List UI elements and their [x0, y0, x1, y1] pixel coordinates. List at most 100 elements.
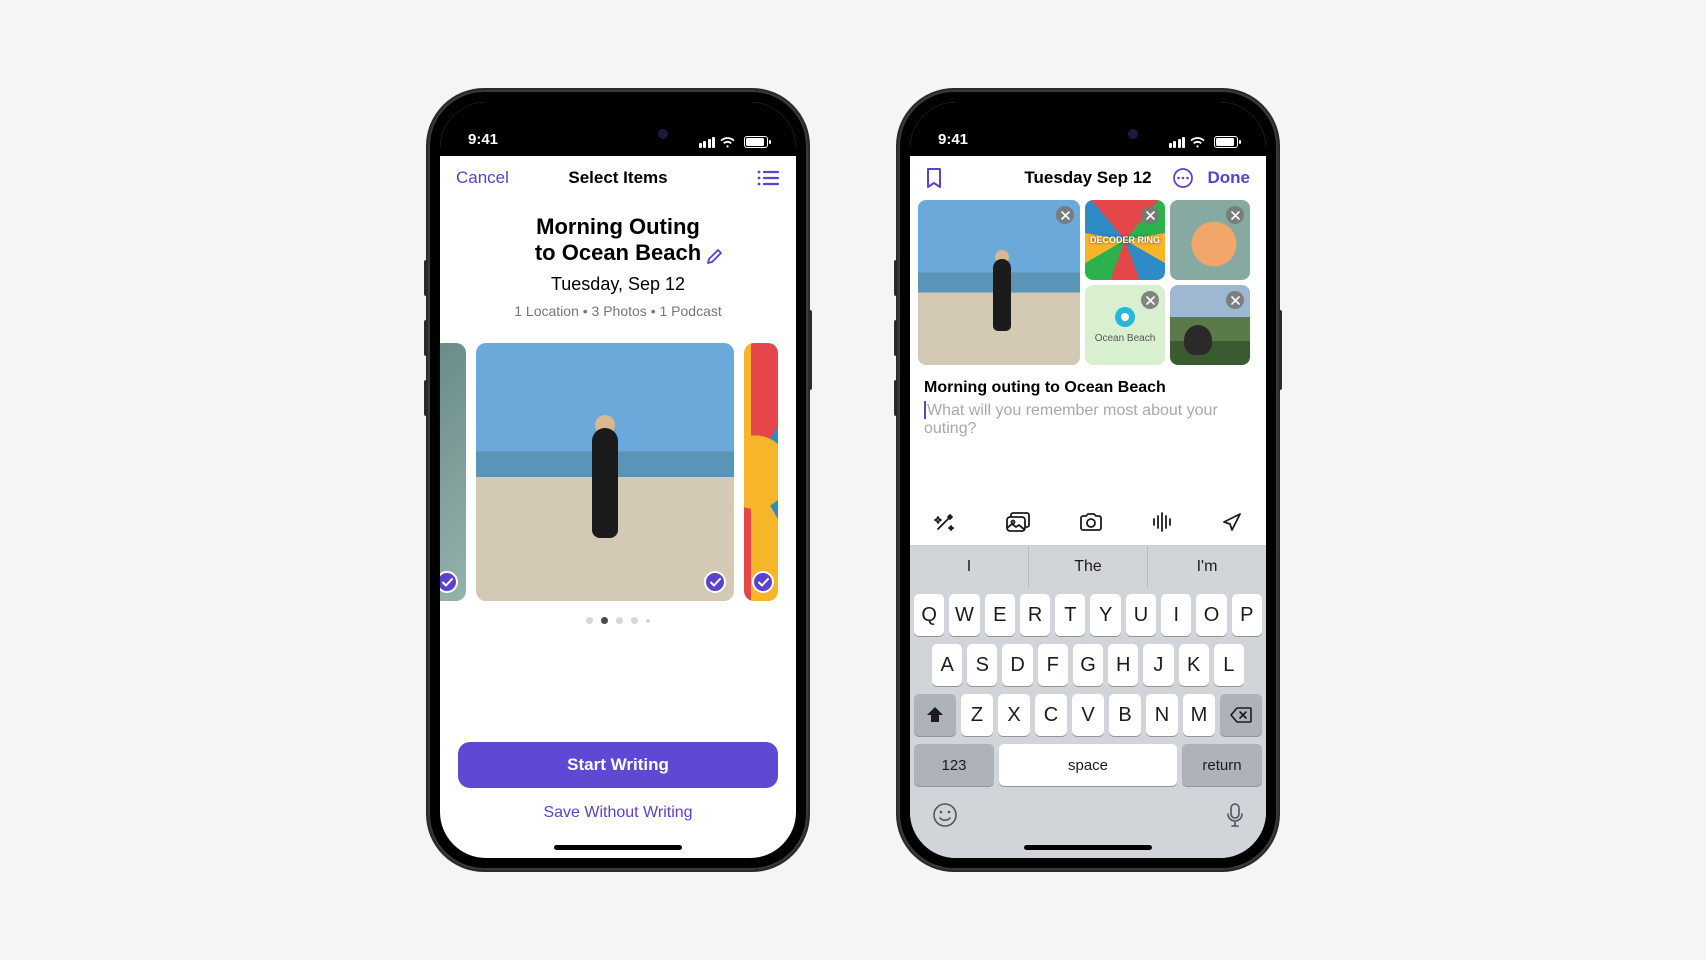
- attachment-photo-dog[interactable]: [1170, 285, 1250, 365]
- wifi-icon: [719, 136, 736, 148]
- shift-key[interactable]: [914, 694, 956, 736]
- suggestion[interactable]: I'm: [1148, 546, 1266, 588]
- status-indicators: [699, 136, 769, 148]
- cancel-button[interactable]: Cancel: [456, 168, 509, 188]
- keyboard-footer: [910, 786, 1266, 828]
- cellular-icon: [699, 137, 716, 148]
- compose-body: DECODER RING Ocean Beach: [910, 200, 1266, 858]
- suggestion[interactable]: I: [910, 546, 1029, 588]
- key[interactable]: K: [1179, 644, 1209, 686]
- bookmark-icon[interactable]: [926, 167, 942, 189]
- key[interactable]: Q: [914, 594, 944, 636]
- key[interactable]: R: [1020, 594, 1050, 636]
- moment-header: Morning Outing to Ocean Beach Tuesday, S…: [440, 200, 796, 331]
- moment-title[interactable]: Morning Outing to Ocean Beach: [535, 214, 701, 266]
- screen: 9:41 Cancel Select Items: [440, 102, 796, 858]
- key[interactable]: W: [949, 594, 979, 636]
- key[interactable]: T: [1055, 594, 1085, 636]
- nav-bar: Cancel Select Items: [440, 156, 796, 200]
- key[interactable]: S: [967, 644, 997, 686]
- space-key[interactable]: space: [999, 744, 1177, 786]
- map-pin-icon: [1115, 307, 1135, 327]
- selected-check-icon[interactable]: [440, 571, 458, 593]
- entry-title: Morning outing to Ocean Beach: [924, 379, 1252, 397]
- status-indicators: [1169, 136, 1239, 148]
- key[interactable]: F: [1038, 644, 1068, 686]
- keyboard-row-bottom: 123 space return: [910, 744, 1266, 786]
- key[interactable]: U: [1126, 594, 1156, 636]
- media-card-prev[interactable]: [440, 343, 466, 601]
- key[interactable]: P: [1232, 594, 1262, 636]
- key[interactable]: V: [1072, 694, 1104, 736]
- edit-title-icon[interactable]: [707, 248, 723, 264]
- moment-title-line2: to Ocean Beach: [535, 240, 701, 265]
- keyboard-row-1: Q W E R T Y U I O P: [910, 594, 1266, 636]
- key[interactable]: C: [1035, 694, 1067, 736]
- gallery-icon[interactable]: [1005, 511, 1031, 533]
- key[interactable]: X: [998, 694, 1030, 736]
- home-indicator[interactable]: [554, 845, 682, 850]
- key[interactable]: M: [1183, 694, 1215, 736]
- list-icon[interactable]: [756, 169, 780, 187]
- camera-icon[interactable]: [1079, 512, 1103, 532]
- attachment-photo-surfer[interactable]: [918, 200, 1080, 365]
- remove-attachment-icon[interactable]: [1226, 206, 1244, 224]
- key[interactable]: O: [1196, 594, 1226, 636]
- backspace-key[interactable]: [1220, 694, 1262, 736]
- media-card-current[interactable]: [476, 343, 734, 601]
- return-key[interactable]: return: [1182, 744, 1262, 786]
- key[interactable]: Y: [1090, 594, 1120, 636]
- attachment-podcast[interactable]: DECODER RING: [1085, 200, 1165, 280]
- numbers-key[interactable]: 123: [914, 744, 994, 786]
- start-writing-button[interactable]: Start Writing: [458, 742, 778, 788]
- page-indicator: [440, 617, 796, 624]
- home-indicator[interactable]: [1024, 845, 1152, 850]
- selected-check-icon[interactable]: [752, 571, 774, 593]
- key[interactable]: J: [1143, 644, 1173, 686]
- phone-compose-entry: 9:41 Tuesday Sep 12: [898, 90, 1278, 870]
- remove-attachment-icon[interactable]: [1226, 291, 1244, 309]
- status-time: 9:41: [468, 131, 498, 148]
- entry-text-area[interactable]: Morning outing to Ocean Beach What will …: [910, 365, 1266, 452]
- selected-check-icon[interactable]: [704, 571, 726, 593]
- moment-meta: 1 Location • 3 Photos • 1 Podcast: [464, 303, 772, 319]
- more-icon[interactable]: [1172, 167, 1194, 189]
- key[interactable]: I: [1161, 594, 1191, 636]
- compose-toolbar: [910, 498, 1266, 546]
- suggestion[interactable]: The: [1029, 546, 1148, 588]
- map-label: Ocean Beach: [1095, 333, 1156, 344]
- key[interactable]: G: [1073, 644, 1103, 686]
- remove-attachment-icon[interactable]: [1056, 206, 1074, 224]
- moment-date[interactable]: Tuesday, Sep 12: [464, 274, 772, 295]
- key[interactable]: H: [1108, 644, 1138, 686]
- keyboard[interactable]: I The I'm Q W E R T Y U I O P A: [910, 546, 1266, 858]
- key[interactable]: B: [1109, 694, 1141, 736]
- entry-prompt[interactable]: What will you remember most about your o…: [924, 401, 1252, 438]
- key[interactable]: E: [985, 594, 1015, 636]
- media-card-next[interactable]: [744, 343, 778, 601]
- nav-bar: Tuesday Sep 12 Done: [910, 156, 1266, 200]
- magic-icon[interactable]: [934, 511, 956, 533]
- remove-attachment-icon[interactable]: [1141, 291, 1159, 309]
- media-carousel[interactable]: [440, 343, 796, 601]
- battery-icon: [744, 136, 768, 148]
- attachment-photo-shell[interactable]: [1170, 200, 1250, 280]
- audio-icon[interactable]: [1151, 511, 1173, 533]
- phone-select-items: 9:41 Cancel Select Items: [428, 90, 808, 870]
- save-without-writing-button[interactable]: Save Without Writing: [458, 804, 778, 822]
- dynamic-island: [556, 116, 680, 152]
- key[interactable]: N: [1146, 694, 1178, 736]
- screen: 9:41 Tuesday Sep 12: [910, 102, 1266, 858]
- key[interactable]: L: [1214, 644, 1244, 686]
- status-time: 9:41: [938, 131, 968, 148]
- key[interactable]: D: [1002, 644, 1032, 686]
- emoji-key[interactable]: [932, 802, 958, 828]
- location-icon[interactable]: [1222, 512, 1242, 532]
- key[interactable]: Z: [961, 694, 993, 736]
- remove-attachment-icon[interactable]: [1141, 206, 1159, 224]
- actions: Start Writing Save Without Writing: [440, 742, 796, 858]
- done-button[interactable]: Done: [1208, 168, 1251, 188]
- dictation-key[interactable]: [1226, 802, 1244, 828]
- attachment-location[interactable]: Ocean Beach: [1085, 285, 1165, 365]
- key[interactable]: A: [932, 644, 962, 686]
